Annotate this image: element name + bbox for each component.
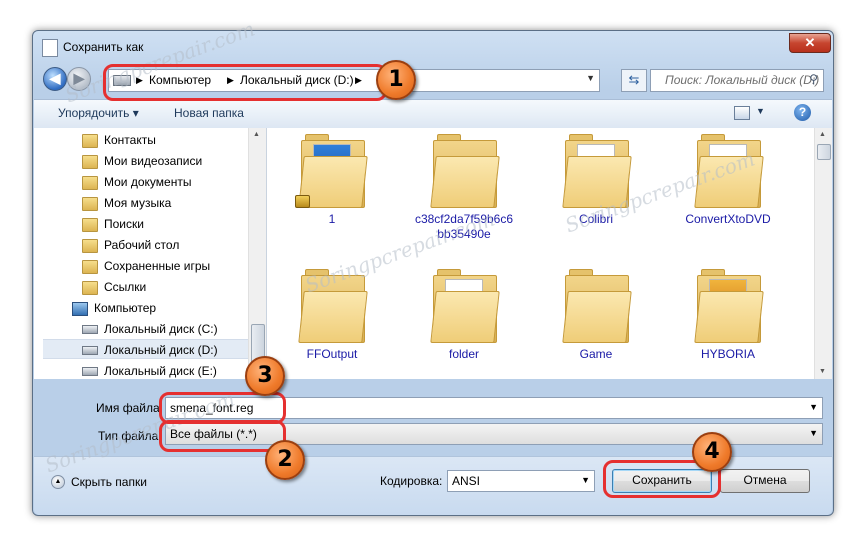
help-button[interactable]: ? bbox=[794, 104, 811, 121]
tree-item-label: Локальный диск (D:) bbox=[104, 343, 218, 357]
annotation-box-address bbox=[103, 64, 387, 101]
folder-icon bbox=[82, 238, 98, 253]
file-item-label: folder bbox=[448, 347, 480, 361]
tree-item-label: Мои документы bbox=[104, 175, 192, 189]
folder-icon bbox=[82, 280, 98, 295]
folder-icon bbox=[82, 217, 98, 232]
refresh-icon: ⇆ bbox=[628, 72, 640, 87]
folder-icon bbox=[82, 196, 98, 211]
folder-icon bbox=[562, 269, 632, 343]
scroll-thumb[interactable] bbox=[817, 144, 831, 160]
hide-folders-button[interactable]: Скрыть папки bbox=[71, 475, 147, 489]
tree-item-documents[interactable]: Мои документы bbox=[82, 172, 191, 192]
tree-item-computer[interactable]: Компьютер bbox=[72, 298, 156, 318]
tree-item-music[interactable]: Моя музыка bbox=[82, 193, 171, 213]
folder-icon bbox=[82, 154, 98, 169]
tree-item-label: Рабочий стол bbox=[104, 238, 180, 252]
organize-button[interactable]: Упорядочить ▾ bbox=[58, 106, 139, 120]
annotation-badge-4: 4 bbox=[692, 432, 732, 472]
tree-item-saved-games[interactable]: Сохраненные игры bbox=[82, 256, 210, 276]
file-item-label: 1 bbox=[328, 212, 336, 226]
chevron-up-icon[interactable]: ▲ bbox=[51, 475, 65, 489]
tree-item-drive-c[interactable]: Локальный диск (C:) bbox=[82, 319, 218, 339]
view-icon[interactable] bbox=[734, 106, 750, 120]
lock-icon bbox=[295, 195, 310, 208]
annotation-box-filetype bbox=[159, 420, 286, 452]
annotation-badge-3: 3 bbox=[245, 356, 285, 396]
tree-item-contacts[interactable]: Контакты bbox=[82, 130, 156, 150]
file-item[interactable]: folder bbox=[399, 269, 529, 362]
file-item-label: HYBORIA bbox=[700, 347, 755, 361]
folder-icon bbox=[82, 133, 98, 148]
navigation-pane: Контакты Мои видеозаписи Мои документы М… bbox=[34, 128, 267, 379]
close-button[interactable]: ✕ bbox=[789, 33, 831, 53]
drive-icon bbox=[82, 367, 98, 377]
window-title: Сохранить как bbox=[63, 40, 144, 54]
encoding-select[interactable]: ANSI ▼ bbox=[447, 470, 595, 492]
tree-item-label: Локальный диск (E:) bbox=[104, 364, 217, 378]
file-item[interactable]: Game bbox=[531, 269, 661, 362]
chevron-down-icon[interactable]: ▼ bbox=[809, 428, 818, 438]
encoding-value: ANSI bbox=[452, 474, 481, 488]
tree-item-label: Мои видеозаписи bbox=[104, 154, 203, 168]
new-folder-button[interactable]: Новая папка bbox=[174, 106, 244, 120]
annotation-badge-2: 2 bbox=[265, 440, 305, 480]
tree-item-drive-d[interactable]: Локальный диск (D:) bbox=[43, 339, 248, 359]
tree-item-searches[interactable]: Поиски bbox=[82, 214, 144, 234]
file-item-label: FFOutput bbox=[306, 347, 358, 361]
tree-item-label: Локальный диск (C:) bbox=[104, 322, 218, 336]
file-item-label: Game bbox=[579, 347, 613, 361]
folder-icon bbox=[295, 134, 368, 208]
search-icon: ⚲ bbox=[809, 72, 818, 86]
chevron-down-icon[interactable]: ▼ bbox=[809, 402, 818, 412]
tree-item-label: Моя музыка bbox=[104, 196, 172, 210]
tree-item-label: Контакты bbox=[104, 133, 156, 147]
file-item-label: ConvertXtoDVD bbox=[685, 212, 771, 226]
folder-icon bbox=[82, 175, 98, 190]
encoding-label: Кодировка: bbox=[380, 474, 443, 488]
computer-icon bbox=[72, 301, 88, 316]
folder-icon bbox=[430, 269, 500, 343]
tree-item-label: Сохраненные игры bbox=[104, 259, 211, 273]
chevron-down-icon[interactable]: ▼ bbox=[586, 73, 595, 83]
search-input[interactable]: Поиск: Локальный диск (D:) ⚲ bbox=[650, 69, 824, 92]
file-item[interactable]: 1 bbox=[267, 134, 397, 227]
tree-item-desktop[interactable]: Рабочий стол bbox=[82, 235, 179, 255]
scroll-up-icon[interactable]: ▲ bbox=[819, 131, 826, 138]
command-bar: Упорядочить ▾ Новая папка ▼ ? bbox=[34, 99, 832, 129]
notepad-icon bbox=[42, 39, 58, 57]
tree-item-label: Компьютер bbox=[94, 301, 157, 315]
folder-icon bbox=[430, 134, 500, 208]
file-list-scrollbar[interactable]: ▲ ▼ bbox=[814, 128, 832, 379]
scroll-up-icon[interactable]: ▲ bbox=[253, 131, 260, 138]
annotation-badge-1: 1 bbox=[376, 60, 416, 100]
tree-item-label: Ссылки bbox=[104, 280, 147, 294]
tree-item-links[interactable]: Ссылки bbox=[82, 277, 146, 297]
scroll-down-icon[interactable]: ▼ bbox=[819, 368, 826, 375]
drive-icon bbox=[82, 346, 98, 356]
tree-item-drive-e[interactable]: Локальный диск (E:) bbox=[82, 361, 217, 379]
filename-label: Имя файла: bbox=[96, 401, 163, 415]
cancel-button[interactable]: Отмена bbox=[720, 469, 810, 493]
refresh-button[interactable]: ⇆ bbox=[621, 69, 647, 92]
file-item[interactable]: HYBORIA bbox=[663, 269, 793, 362]
tree-item-label: Поиски bbox=[104, 217, 144, 231]
tree-scrollbar[interactable]: ▲ ▼ bbox=[248, 128, 266, 379]
search-placeholder: Поиск: Локальный диск (D:) bbox=[665, 73, 820, 87]
drive-icon bbox=[82, 325, 98, 335]
chevron-down-icon[interactable]: ▼ bbox=[756, 106, 765, 116]
folder-icon bbox=[82, 259, 98, 274]
chevron-down-icon[interactable]: ▼ bbox=[581, 475, 590, 485]
folder-icon bbox=[694, 269, 764, 343]
tree-item-videos[interactable]: Мои видеозаписи bbox=[82, 151, 202, 171]
